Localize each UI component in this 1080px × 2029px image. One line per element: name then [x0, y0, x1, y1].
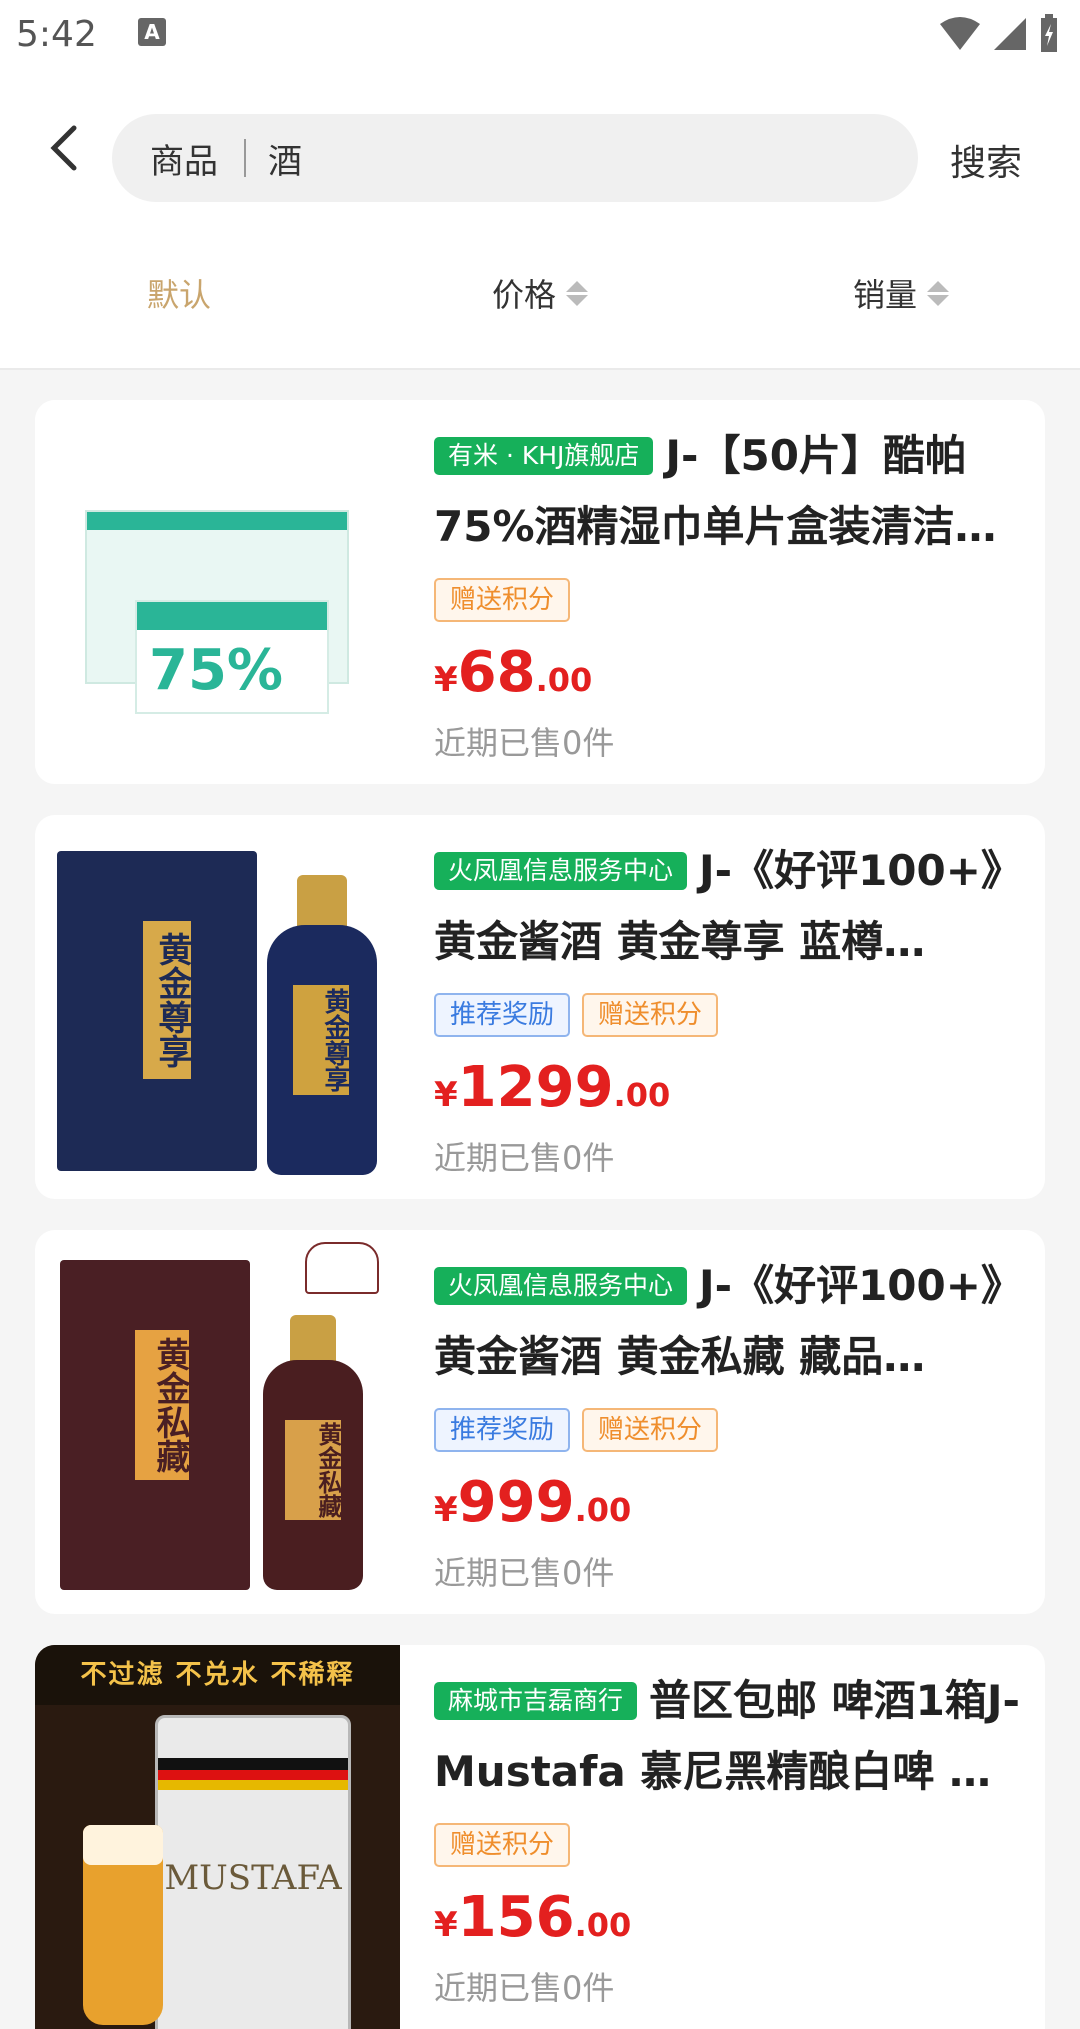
notification-a-icon: A — [138, 18, 166, 46]
product-price: ¥999.00 — [434, 1470, 632, 1535]
points-tag: 赠送积分 — [582, 993, 719, 1037]
sort-sales-tab[interactable]: 销量 — [853, 270, 950, 316]
search-button[interactable]: 搜索 — [950, 134, 1022, 186]
points-tag: 赠送积分 — [434, 578, 571, 622]
product-price: ¥68.00 — [434, 640, 593, 705]
back-button[interactable] — [36, 120, 92, 176]
status-icons — [940, 14, 1060, 54]
sort-arrows-icon — [927, 280, 950, 306]
sort-price-tab[interactable]: 价格 — [492, 270, 589, 316]
search-header: 商品 酒 搜索 — [0, 72, 1080, 222]
product-card[interactable]: 黄金尊享 黄金尊享 火凤凰信息服务中心 J-《好评100+》黄金酱酒 黄金尊享 蓝… — [35, 815, 1045, 1199]
image-banner-text: 不过滤 不兑水 不稀释 — [35, 1645, 400, 1705]
product-price: ¥1299.00 — [434, 1055, 671, 1120]
product-price: ¥156.00 — [434, 1885, 632, 1950]
promo-tags: 赠送积分 — [434, 578, 1034, 624]
search-query-text[interactable]: 酒 — [268, 134, 302, 183]
product-title[interactable]: 有米 · KHJ旗舰店 J-【50片】酷帕75%酒精湿巾单片盒装清洁… — [434, 420, 1034, 562]
wifi-icon — [940, 17, 980, 50]
product-image[interactable]: 黄金尊享 黄金尊享 — [35, 815, 400, 1199]
sort-price-label: 价格 — [492, 276, 557, 314]
promo-tags: 赠送积分 — [434, 1823, 1034, 1869]
product-title[interactable]: 火凤凰信息服务中心 J-《好评100+》黄金酱酒 黄金尊享 蓝樽… — [434, 835, 1034, 977]
points-tag: 赠送积分 — [434, 1823, 571, 1867]
battery-icon — [1041, 14, 1057, 52]
product-title[interactable]: 麻城市吉磊商行 普区包邮 啤酒1箱J-Mustafa 慕尼黑精酿白啤 … — [434, 1665, 1034, 1807]
shop-badge: 火凤凰信息服务中心 — [434, 852, 688, 890]
search-input[interactable]: 商品 酒 — [112, 114, 918, 202]
status-bar: 5:42 A — [0, 0, 1080, 72]
status-time: 5:42 — [16, 14, 97, 55]
product-title[interactable]: 火凤凰信息服务中心 J-《好评100+》黄金酱酒 黄金私藏 藏品… — [434, 1250, 1034, 1392]
product-image[interactable]: 不过滤 不兑水 不稀释 MUSTAFA — [35, 1645, 400, 2029]
product-card[interactable]: 黄金私藏 黄金私藏 火凤凰信息服务中心 J-《好评100+》黄金酱酒 黄金私藏 藏… — [35, 1230, 1045, 1614]
cell-signal-icon — [994, 18, 1026, 50]
sort-default-tab[interactable]: 默认 — [147, 270, 211, 316]
sold-count: 近期已售0件 — [434, 1139, 615, 1177]
sold-count: 近期已售0件 — [434, 1969, 615, 2007]
product-image[interactable]: 75% — [35, 400, 400, 784]
shop-badge: 麻城市吉磊商行 — [434, 1682, 638, 1720]
search-category[interactable]: 商品 — [150, 134, 218, 183]
points-tag: 赠送积分 — [582, 1408, 719, 1452]
shop-badge: 有米 · KHJ旗舰店 — [434, 437, 654, 475]
search-divider — [244, 139, 246, 177]
promo-tags: 推荐奖励 赠送积分 — [434, 1408, 1034, 1454]
sort-default-label: 默认 — [147, 276, 212, 314]
sort-bar: 默认 价格 销量 — [0, 222, 1080, 370]
chevron-left-icon — [50, 125, 77, 171]
product-image[interactable]: 黄金私藏 黄金私藏 — [35, 1230, 400, 1614]
reward-tag: 推荐奖励 — [434, 1408, 571, 1452]
sort-arrows-icon — [566, 280, 589, 306]
sort-sales-label: 销量 — [853, 276, 918, 314]
reward-tag: 推荐奖励 — [434, 993, 571, 1037]
shop-badge: 火凤凰信息服务中心 — [434, 1267, 688, 1305]
sold-count: 近期已售0件 — [434, 1554, 615, 1592]
promo-tags: 推荐奖励 赠送积分 — [434, 993, 1034, 1039]
sold-count: 近期已售0件 — [434, 724, 615, 762]
product-card[interactable]: 75% 有米 · KHJ旗舰店 J-【50片】酷帕75%酒精湿巾单片盒装清洁… 赠… — [35, 400, 1045, 784]
product-card[interactable]: 不过滤 不兑水 不稀释 MUSTAFA 麻城市吉磊商行 普区包邮 啤酒1箱J-Mu… — [35, 1645, 1045, 2029]
